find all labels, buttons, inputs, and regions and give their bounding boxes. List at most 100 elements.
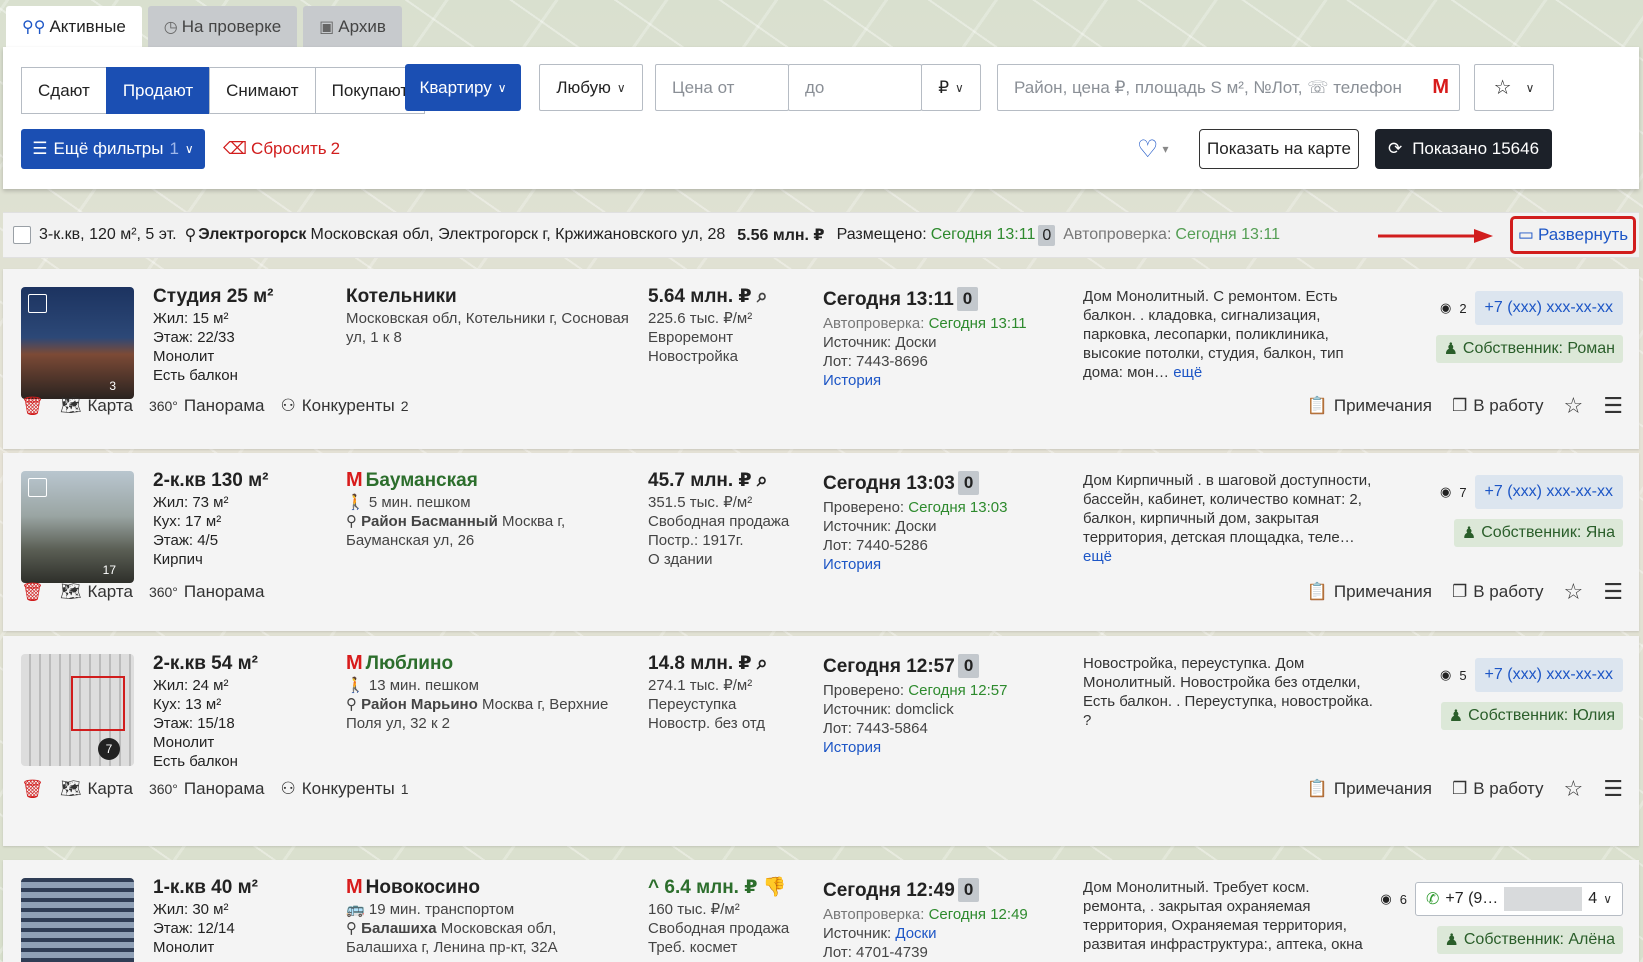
phone-button[interactable]: +7 (xxx) xxx-xx-xx [1474,291,1623,325]
panorama-button[interactable]: 360° Панорама [149,582,265,602]
star-icon[interactable]: ☆ [1564,393,1584,419]
price-analysis-icon[interactable]: ⌕ [757,653,768,674]
price-up-icon: ^ [648,877,660,898]
star-icon[interactable]: ☆ [1564,579,1584,605]
history-link[interactable]: История [823,371,1053,390]
price-analysis-icon[interactable]: ⌕ [757,286,768,307]
listing-card[interactable]: 7 2-к.кв 54 м² Жил: 24 м² Кух: 13 м² Эта… [3,636,1639,846]
person-icon: ♟ [1448,708,1464,725]
to-work-button[interactable]: ❐ В работу [1452,582,1544,602]
metro-icon: M [346,876,363,898]
row-checkbox[interactable] [13,226,31,244]
deal-sell-button[interactable]: Продают [105,67,211,114]
saved-search-button[interactable]: ♡ ▾ [1137,133,1169,165]
listing-title[interactable]: 1-к.кв 40 м² [153,878,333,897]
tab-on-review[interactable]: ◷ На проверке [147,6,298,47]
metro-station[interactable]: Новокосино [366,877,480,898]
more-filters-button[interactable]: ☰ Ещё фильтры 1 ∨ [21,129,205,169]
delete-icon[interactable]: 🗑 [21,396,44,417]
tab-active[interactable]: ⚲⚲ Активные [6,6,142,47]
price-to-input[interactable]: до [788,64,922,111]
reset-button[interactable]: ⌫ Сбросить 2 [223,129,340,169]
listing-photo[interactable]: 17 [21,471,134,583]
owner-badge: ♟ Собственник: Яна [1453,519,1623,547]
metro-station[interactable]: Люблино [366,653,453,674]
listing-photo[interactable] [21,878,134,962]
notes-button[interactable]: 📋 Примечания [1307,582,1432,602]
tab-archive[interactable]: ▣ Архив [303,6,402,47]
listing-card[interactable]: 3 Студия 25 м² Жил: 15 м² Этаж: 22/33 Мо… [3,269,1639,449]
phone-dropdown[interactable]: ✆ +7 (9… 4 ∨ [1414,882,1623,916]
competitors-icon: ⚇ [280,779,296,798]
price-analysis-icon[interactable]: ⌕ [757,470,768,491]
check-value: Сегодня 12:49 [928,906,1028,923]
more-link[interactable]: ещё [1173,364,1202,381]
price-detail: Свободная продажа [648,920,790,937]
lot-number: Лот: 4701-4739 [823,944,928,961]
history-link[interactable]: История [823,738,1053,757]
thumbs-down-icon[interactable]: 👎 [763,877,787,898]
source-value[interactable]: Доски [895,925,936,942]
competitors-button[interactable]: ⚇ Конкуренты 1 [281,779,409,799]
map-button[interactable]: 🗺 Карта [60,582,133,602]
listing-photo[interactable]: 3 [21,287,134,399]
row-checkbox[interactable] [28,478,47,497]
source-label: Источник: [823,518,892,535]
annotation-arrow [1378,229,1493,243]
competitors-label: Конкуренты [301,396,395,415]
listing-card[interactable]: 17 2-к.кв 130 м² Жил: 73 м² Кух: 17 м² Э… [3,453,1639,631]
phone-button[interactable]: +7 (xxx) xxx-xx-xx [1474,658,1623,692]
star-icon: ☆ [1493,77,1512,99]
delete-icon[interactable]: 🗑 [21,779,44,800]
phone-button[interactable]: +7 (xxx) xxx-xx-xx [1474,475,1623,509]
star-icon[interactable]: ☆ [1564,776,1584,802]
property-type-dropdown[interactable]: Квартиру ∨ [405,64,521,111]
spec-line: Этаж: 12/14 [153,920,235,937]
date-value: Сегодня 13:11 [823,288,954,310]
listing-title[interactable]: 2-к.кв 54 м² [153,654,333,673]
description-text: Дом Монолитный. С ремонтом. Есть балкон.… [1083,288,1344,381]
collapsed-badge: 0 [1038,224,1056,246]
notes-button[interactable]: 📋 Примечания [1307,779,1432,799]
about-building-link[interactable]: О здании [648,550,808,569]
listing-photo[interactable]: 7 [21,654,134,766]
map-button[interactable]: 🗺 Карта [60,396,133,416]
menu-icon[interactable]: ☰ [1603,579,1623,605]
date-badge: 0 [956,287,979,311]
listing-location: M Бауманская 🚶 5 мин. пешком ⚲ Район Басм… [346,470,631,550]
search-input[interactable]: Район, цена ₽, площадь S м², №Лот, ☏ тел… [997,64,1460,111]
to-work-button[interactable]: ❐ В работу [1452,396,1544,416]
metro-icon[interactable]: M [1432,76,1449,99]
deal-rent-button[interactable]: Снимают [209,67,316,114]
listing-title[interactable]: Студия 25 м² [153,287,333,306]
price-from-input[interactable]: Цена от [655,64,789,111]
show-on-map-button[interactable]: Показать на карте [1199,129,1359,169]
listing-title[interactable]: 2-к.кв 130 м² [153,471,333,490]
deal-rent-out-button[interactable]: Сдают [21,67,107,114]
delete-icon[interactable]: 🗑 [21,582,44,603]
currency-dropdown[interactable]: ₽ ∨ [921,64,981,111]
panorama-button[interactable]: 360° Панорама [149,779,265,799]
district: Район Марьино [361,696,478,713]
to-work-button[interactable]: ❐ В работу [1452,779,1544,799]
more-link[interactable]: ещё [1083,548,1112,565]
date-value: Сегодня 12:49 [823,879,955,901]
location-address: Московская обл, Котельники г, Сосновая у… [346,310,629,346]
panorama-360-icon: 360° [148,398,178,414]
menu-icon[interactable]: ☰ [1603,776,1623,802]
competitors-button[interactable]: ⚇ Конкуренты 2 [281,396,409,416]
favorites-dropdown[interactable]: ☆ ∨ [1474,64,1554,111]
listing-card[interactable]: 1-к.кв 40 м² Жил: 30 м² Этаж: 12/14 Моно… [3,860,1639,962]
metro-station[interactable]: Бауманская [366,470,478,491]
listing-contact: ◉ 5 +7 (xxx) xxx-xx-xx ♟ Собственник: Юл… [1440,658,1623,730]
shown-count-button[interactable]: ⟳ Показано 15646 [1375,129,1552,169]
row-checkbox[interactable] [28,294,47,313]
history-link[interactable]: История [823,555,1053,574]
expand-button[interactable]: ▭ Развернуть [1510,216,1636,254]
menu-icon[interactable]: ☰ [1603,393,1623,419]
rooms-dropdown[interactable]: Любую ∨ [539,64,643,111]
phone-value: +7 (9… [1445,890,1499,907]
notes-button[interactable]: 📋 Примечания [1307,396,1432,416]
map-button[interactable]: 🗺 Карта [60,779,133,799]
panorama-button[interactable]: 360° Панорама [149,396,265,416]
